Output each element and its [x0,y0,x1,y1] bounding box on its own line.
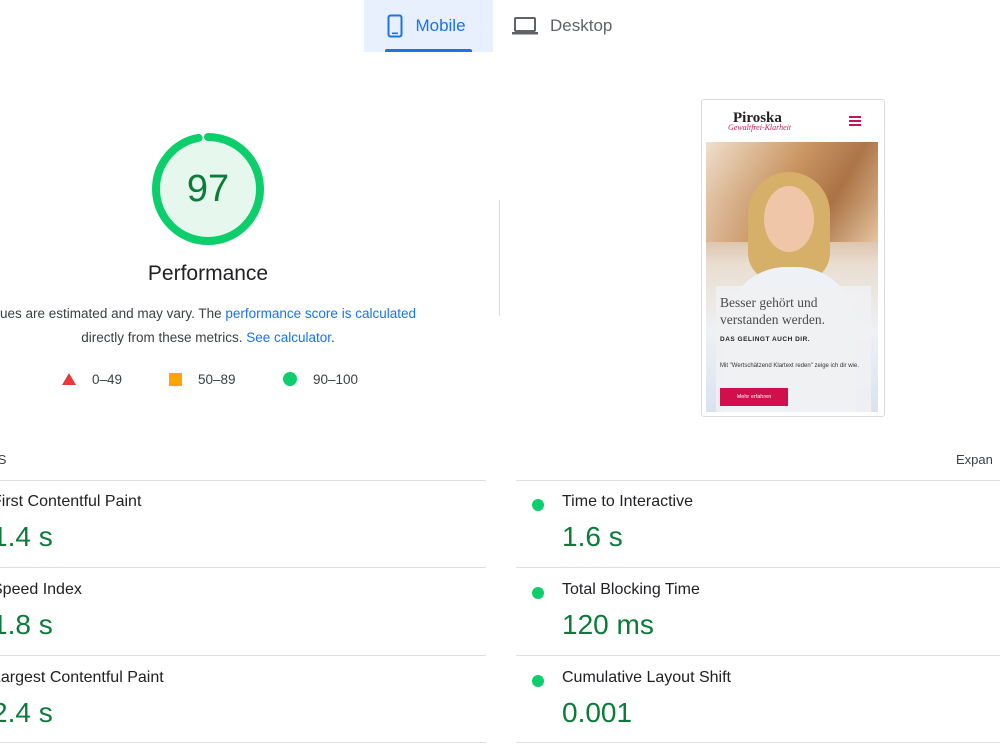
performance-description: ues are estimated and may vary. The perf… [0,302,476,350]
metric-value: 1.8 s [0,609,53,640]
metrics-divider [516,567,1000,568]
legend-fail-label: 0–49 [92,371,123,387]
hero-subheadline: DAS GELINGT AUCH DIR. [720,336,811,343]
metric-name: Total Blocking Time [562,581,700,598]
legend-average: 50–89 [169,369,236,389]
description-suffix: . [331,330,335,345]
metric-name: Cumulative Layout Shift [562,669,731,686]
vertical-divider [499,200,500,316]
page-screenshot: Piroska Gewaltfrei-Klarheit Besser gehör… [701,99,885,417]
metric-value: 1.6 s [562,521,623,552]
score-calculated-link[interactable]: performance score is calculated [225,306,416,321]
metric-cumulative-layout-shift: Cumulative Layout Shift 0.001 [562,669,731,729]
metric-name: Speed Index [0,581,82,598]
metric-first-contentful-paint: First Contentful Paint 1.4 s [0,493,141,553]
metrics-divider [0,742,486,743]
hero-button: Mehr erfahren [720,388,788,406]
metric-value: 2.4 s [0,697,53,728]
tab-mobile-label: Mobile [415,16,466,35]
see-calculator-link[interactable]: See calculator [246,330,331,345]
tab-mobile[interactable]: Mobile [364,0,493,52]
legend-pass-label: 90–100 [313,371,359,387]
triangle-icon [62,373,76,385]
metrics-divider [0,480,486,481]
pass-dot-icon [532,587,544,599]
legend-average-label: 50–89 [198,371,236,387]
metrics-divider [0,655,486,656]
metric-name: Largest Contentful Paint [0,669,164,686]
hero-image: Besser gehört und verstanden werden. DAS… [706,142,878,412]
metric-speed-index: Speed Index 1.8 s [0,581,82,641]
pass-dot-icon [532,499,544,511]
legend-pass: 90–100 [283,369,358,389]
metric-largest-contentful-paint: Largest Contentful Paint 2.4 s [0,669,164,729]
metric-name: First Contentful Paint [0,493,142,510]
metric-time-to-interactive: Time to Interactive 1.6 s [562,493,693,553]
metrics-divider [516,742,1000,743]
expand-view-toggle[interactable]: Expan [956,452,993,467]
hamburger-menu-icon [849,116,861,128]
metrics-heading: CS [0,452,7,467]
tab-desktop[interactable]: Desktop [512,0,632,52]
metric-value: 120 ms [562,609,654,640]
legend-fail: 0–49 [62,369,122,389]
description-middle: directly from these metrics. [81,330,247,345]
metrics-divider [516,655,1000,656]
site-logo-subtitle: Gewaltfrei-Klarheit [728,123,792,132]
metrics-divider [0,567,486,568]
performance-title: Performance [147,262,269,285]
circle-icon [283,372,297,386]
metric-name: Time to Interactive [562,493,694,510]
metrics-divider [516,480,1000,481]
pass-dot-icon [532,675,544,687]
tab-desktop-label: Desktop [550,16,613,35]
metric-value: 0.001 [562,697,633,728]
active-tab-indicator [385,49,472,52]
performance-score: 97 [186,167,230,210]
smartphone-icon [387,14,403,38]
metric-value: 1.4 s [0,521,53,552]
square-icon [169,372,182,386]
laptop-icon [512,17,538,35]
hero-text: Mit "Wertschätzend Klartext reden" zeige… [720,363,859,369]
metric-total-blocking-time: Total Blocking Time 120 ms [562,581,700,641]
hero-headline: Besser gehört und verstanden werden. [720,295,825,327]
description-prefix: ues are estimated and may vary. The [0,306,226,321]
portrait-face [764,186,814,252]
